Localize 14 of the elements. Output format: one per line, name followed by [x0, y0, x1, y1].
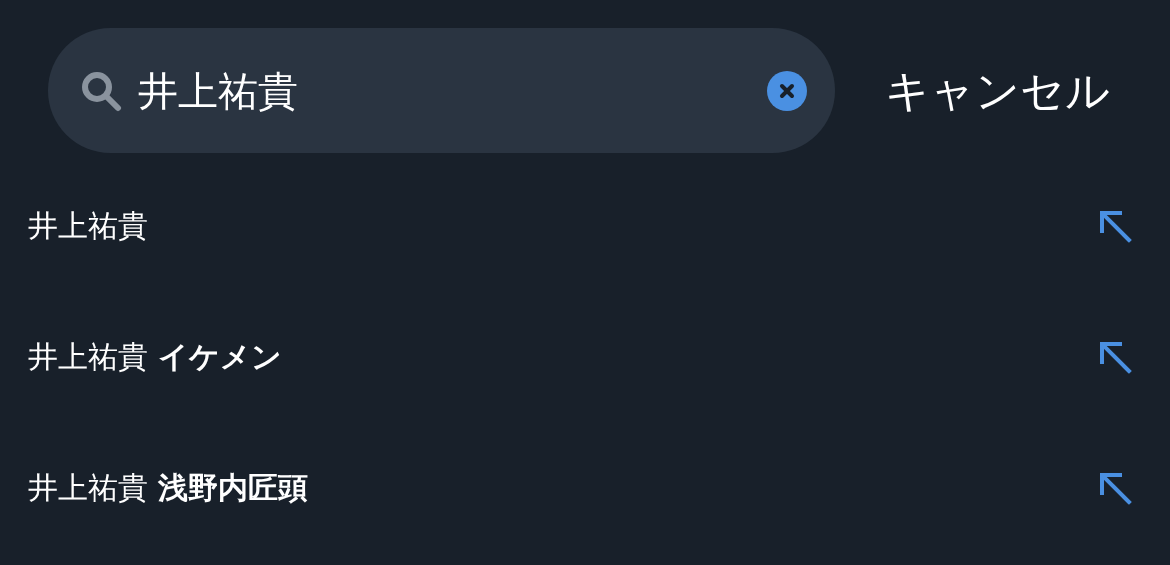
suggestion-item[interactable]: 井上祐貴: [0, 160, 1170, 291]
suggestion-text: 井上祐貴 イケメン: [28, 338, 282, 376]
arrow-icon: [1098, 470, 1132, 505]
clear-icon[interactable]: [767, 70, 807, 111]
arrow-icon: [1098, 339, 1132, 374]
suggestion-item[interactable]: 井上祐貴 浅野内匠頭: [0, 422, 1170, 553]
cancel-button[interactable]: キャンセル: [885, 57, 1110, 124]
suggestion-text: 井上祐貴 浅野内匠頭: [28, 469, 308, 507]
search-field[interactable]: 井上祐貴: [138, 60, 751, 121]
search-bar[interactable]: 井上祐貴: [48, 28, 835, 153]
suggestion-item[interactable]: 井上祐貴 イケメン: [0, 291, 1170, 422]
suggestion-text: 井上祐貴: [28, 207, 148, 245]
arrow-icon: [1098, 208, 1132, 243]
search-icon: [80, 69, 122, 112]
